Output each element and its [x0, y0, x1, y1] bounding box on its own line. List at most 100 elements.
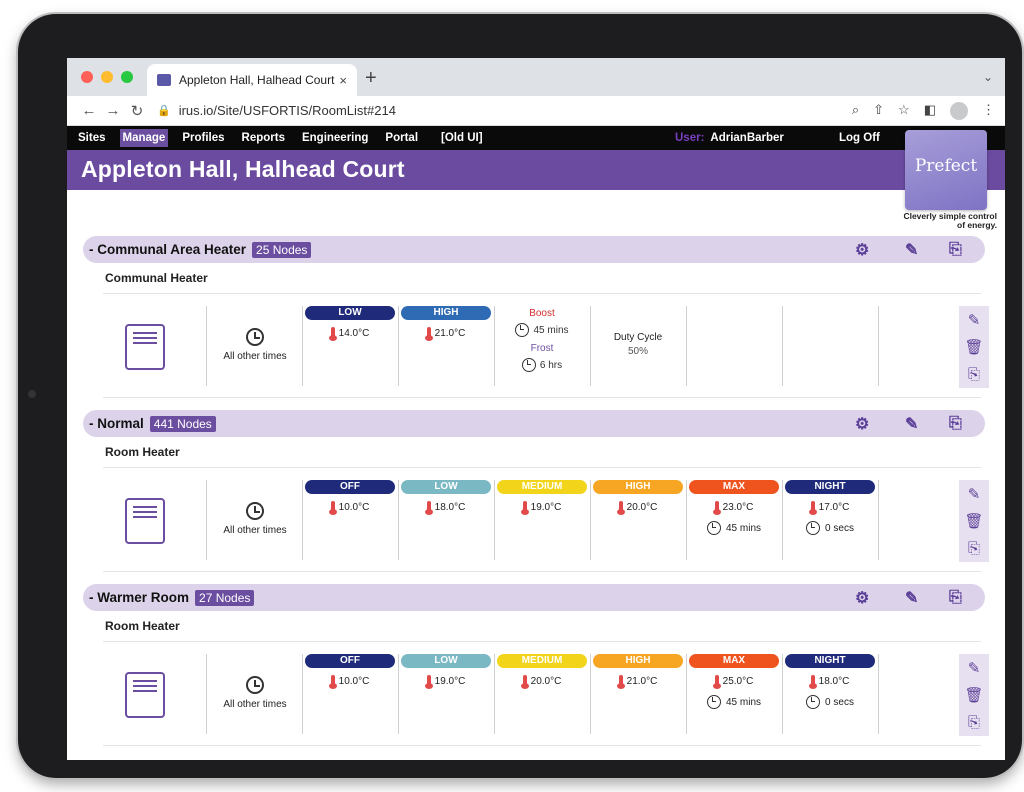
prefect-logo: Prefect: [905, 130, 987, 210]
copy-icon[interactable]: ⎘: [968, 540, 980, 557]
edit-icon[interactable]: ✎: [968, 311, 981, 329]
edit-icon[interactable]: ✎: [905, 414, 918, 434]
edit-icon[interactable]: ✎: [968, 485, 981, 503]
row-actions: ✎ 🗑 ⎘: [959, 480, 989, 562]
mode-pill[interactable]: NIGHT: [785, 654, 875, 668]
schedule[interactable]: All other times: [207, 328, 303, 362]
close-window-button[interactable]: [81, 71, 93, 83]
heater-icon: [125, 672, 165, 718]
mode-night[interactable]: NIGHT 17.0°C 0 secs: [785, 480, 875, 535]
copy-icon[interactable]: ⎘: [968, 714, 980, 731]
tab-title: Appleton Hall, Halhead Court: [179, 73, 335, 87]
mode-low[interactable]: LOW 19.0°C: [401, 654, 491, 689]
mode-pill[interactable]: HIGH: [593, 654, 683, 668]
mode-temperature: 21.0°C: [593, 675, 683, 689]
device-type-label: Room Heater: [103, 611, 981, 642]
profile-avatar-icon[interactable]: [950, 101, 968, 120]
nav-engineering[interactable]: Engineering: [299, 129, 371, 147]
clock-icon: [515, 323, 530, 337]
mode-pill[interactable]: HIGH: [401, 306, 491, 320]
mode-pill[interactable]: MAX: [689, 654, 779, 668]
mode-high[interactable]: HIGH 21.0°C: [401, 306, 491, 341]
tab-list-chevron-icon[interactable]: ⌄: [983, 70, 993, 84]
mode-night[interactable]: NIGHT 18.0°C 0 secs: [785, 654, 875, 709]
schedule-label: All other times: [223, 351, 287, 362]
maximize-window-button[interactable]: [121, 71, 133, 83]
settings-cog-icon[interactable]: ⚙: [855, 588, 869, 608]
log-off-link[interactable]: Log Off: [839, 132, 880, 144]
browser-tab[interactable]: Appleton Hall, Halhead Court ×: [147, 64, 357, 96]
mode-pill[interactable]: LOW: [305, 306, 395, 320]
nav-profiles[interactable]: Profiles: [179, 129, 227, 147]
mode-pill[interactable]: OFF: [305, 480, 395, 494]
mode-medium[interactable]: MEDIUM 19.0°C: [497, 480, 587, 515]
delete-bin-icon[interactable]: 🗑: [964, 686, 983, 704]
node-count-badge[interactable]: 441 Nodes: [149, 415, 216, 432]
group-header[interactable]: - Communal Area Heater 25 Nodes ⚙ ✎ ⎘: [83, 236, 985, 263]
edit-icon[interactable]: ✎: [905, 588, 918, 608]
mode-max[interactable]: MAX 23.0°C 45 mins: [689, 480, 779, 535]
back-icon[interactable]: ←: [77, 102, 101, 119]
temperature-value: 10.0°C: [338, 675, 370, 687]
tab-close-icon[interactable]: ×: [339, 73, 347, 88]
settings-cog-icon[interactable]: ⚙: [855, 240, 869, 260]
url-field[interactable]: 🔒 irus.io/Site/USFORTIS/RoomList#214: [157, 99, 844, 123]
node-count-badge[interactable]: 25 Nodes: [252, 241, 312, 258]
delete-bin-icon[interactable]: 🗑: [964, 512, 983, 530]
bookmark-star-icon[interactable]: ☆: [898, 102, 910, 120]
nav-old-ui[interactable]: [Old UI]: [438, 129, 486, 147]
duration-value: 0 secs: [825, 522, 854, 534]
mode-off[interactable]: OFF 10.0°C: [305, 480, 395, 515]
copy-icon[interactable]: ⎘: [949, 415, 962, 433]
mode-low[interactable]: LOW 14.0°C: [305, 306, 395, 341]
share-icon[interactable]: ⇧: [873, 102, 884, 120]
new-tab-button[interactable]: +: [365, 67, 377, 90]
thermometer-icon: [328, 675, 337, 689]
mode-temperature: 14.0°C: [305, 327, 395, 341]
zoom-icon[interactable]: ⌕: [852, 102, 859, 120]
nav-sites[interactable]: Sites: [75, 129, 109, 147]
row-actions: ✎ 🗑 ⎘: [959, 306, 989, 388]
mode-pill[interactable]: MAX: [689, 480, 779, 494]
mode-pill[interactable]: LOW: [401, 480, 491, 494]
group-header[interactable]: - Normal 441 Nodes ⚙ ✎ ⎘: [83, 410, 985, 437]
address-bar: ← → ↻ 🔒 irus.io/Site/USFORTIS/RoomList#2…: [67, 96, 1005, 126]
nav-reports[interactable]: Reports: [239, 129, 288, 147]
settings-cog-icon[interactable]: ⚙: [855, 414, 869, 434]
schedule[interactable]: All other times: [207, 502, 303, 536]
mode-medium[interactable]: MEDIUM 20.0°C: [497, 654, 587, 689]
delete-bin-icon[interactable]: 🗑: [964, 338, 983, 356]
group-name: - Warmer Room: [89, 590, 190, 605]
node-count-badge[interactable]: 27 Nodes: [195, 589, 255, 606]
nav-portal[interactable]: Portal: [382, 129, 421, 147]
group-header[interactable]: - Warmer Room 27 Nodes ⚙ ✎ ⎘: [83, 584, 985, 611]
temperature-value: 18.0°C: [434, 501, 466, 513]
mode-pill[interactable]: MEDIUM: [497, 480, 587, 494]
sidebar-icon[interactable]: ◧: [924, 102, 936, 120]
mode-off[interactable]: OFF 10.0°C: [305, 654, 395, 689]
mode-pill[interactable]: NIGHT: [785, 480, 875, 494]
mode-pill[interactable]: OFF: [305, 654, 395, 668]
menu-kebab-icon[interactable]: ⋮: [982, 102, 995, 120]
forward-icon[interactable]: →: [101, 102, 125, 119]
mode-pill[interactable]: MEDIUM: [497, 654, 587, 668]
mode-high[interactable]: HIGH 20.0°C: [593, 480, 683, 515]
nav-manage[interactable]: Manage: [119, 129, 169, 147]
schedule[interactable]: All other times: [207, 676, 303, 710]
edit-icon[interactable]: ✎: [968, 659, 981, 677]
minimize-window-button[interactable]: [101, 71, 113, 83]
profile-row: All other times OFF 10.0°C LOW 18.0°C ME…: [103, 468, 989, 572]
copy-icon[interactable]: ⎘: [949, 241, 962, 259]
mode-temperature: 19.0°C: [497, 501, 587, 515]
mode-low[interactable]: LOW 18.0°C: [401, 480, 491, 515]
mode-pill[interactable]: HIGH: [593, 480, 683, 494]
mode-high[interactable]: HIGH 21.0°C: [593, 654, 683, 689]
mode-max[interactable]: MAX 25.0°C 45 mins: [689, 654, 779, 709]
reload-icon[interactable]: ↻: [125, 102, 149, 120]
mode-pill[interactable]: LOW: [401, 654, 491, 668]
copy-icon[interactable]: ⎘: [949, 589, 962, 607]
window-controls: [81, 71, 133, 83]
copy-icon[interactable]: ⎘: [968, 366, 980, 383]
browser-tab-bar: Appleton Hall, Halhead Court × + ⌄: [67, 58, 1005, 96]
edit-icon[interactable]: ✎: [905, 240, 918, 260]
